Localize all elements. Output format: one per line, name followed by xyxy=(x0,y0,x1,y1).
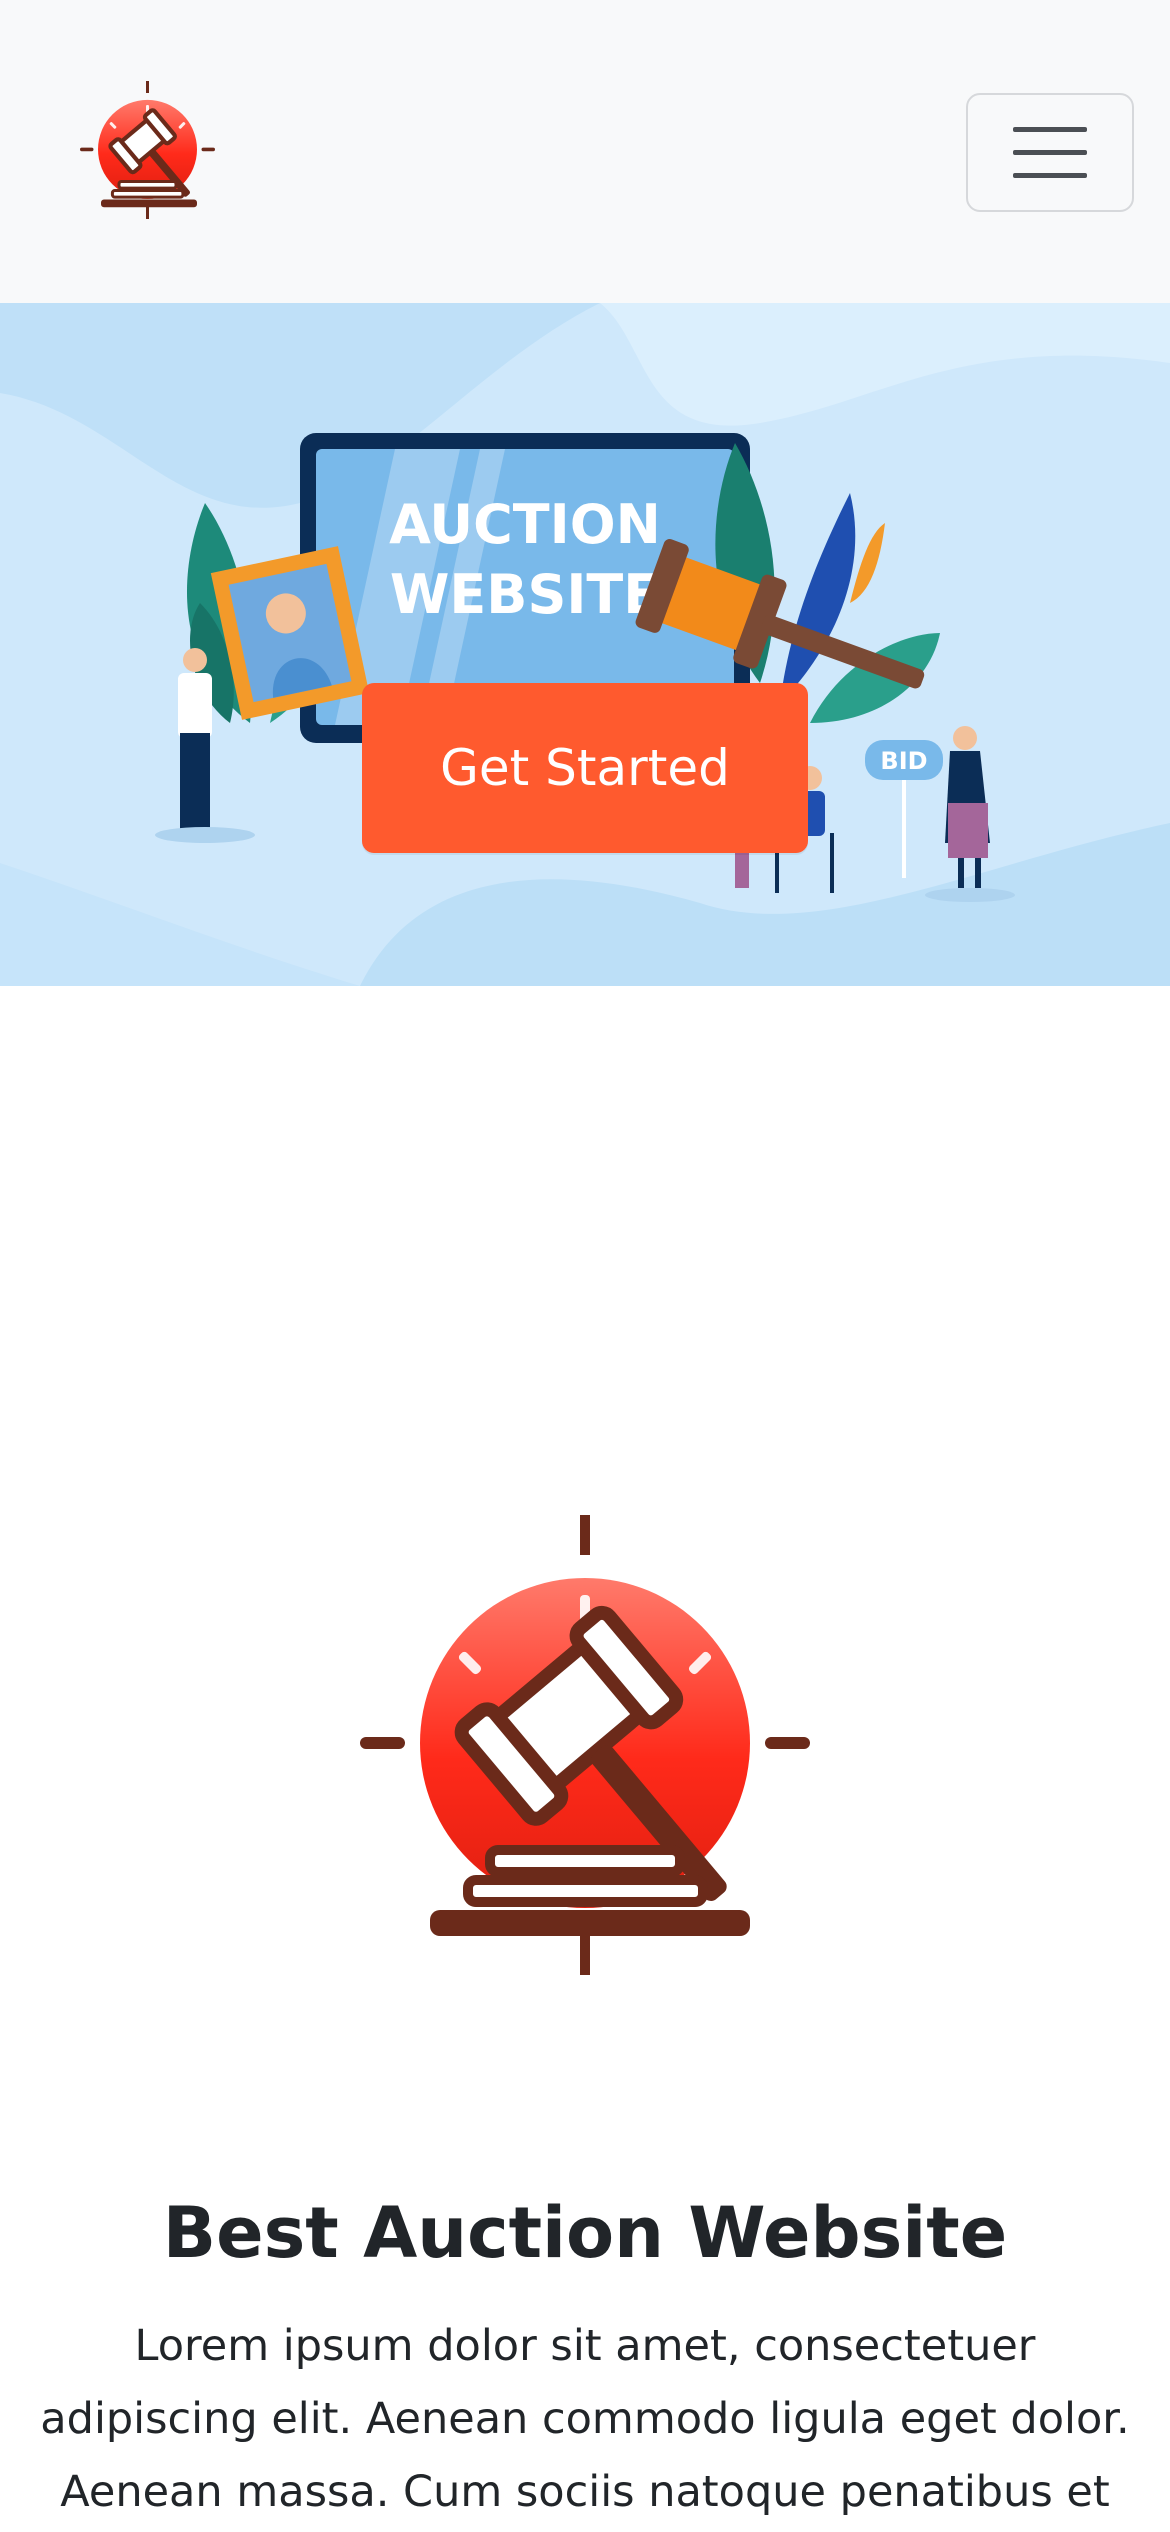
hamburger-menu-icon xyxy=(1013,150,1087,155)
gavel-clock-icon xyxy=(360,1515,810,1975)
navbar-toggler-button[interactable] xyxy=(966,93,1134,212)
gavel-clock-icon xyxy=(80,81,215,219)
brand-logo-link[interactable] xyxy=(80,80,215,220)
screen-title-line1: AUCTION xyxy=(389,493,661,556)
navbar xyxy=(0,0,1170,303)
hamburger-menu-icon xyxy=(1013,173,1087,178)
hero-banner: AUCTION WEBSITE BID Get Started xyxy=(0,303,1170,986)
hamburger-menu-icon xyxy=(1013,127,1087,132)
screen-title-line2: WEBSITE xyxy=(390,563,660,626)
get-started-button[interactable]: Get Started xyxy=(362,683,808,853)
feature-description: Lorem ipsum dolor sit amet, consectetuer… xyxy=(40,2321,1130,2517)
auction-illustration: AUCTION WEBSITE BID xyxy=(0,303,1170,986)
feature-title: Best Auction Website xyxy=(162,2192,1008,2274)
bid-sign-text: BID xyxy=(880,747,927,775)
